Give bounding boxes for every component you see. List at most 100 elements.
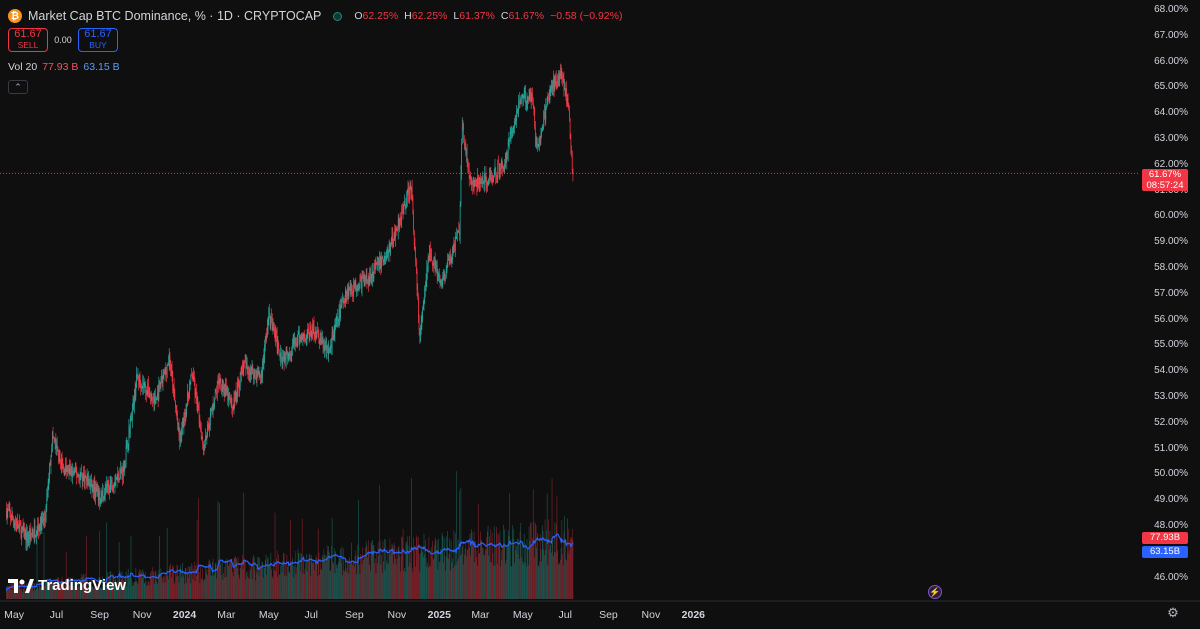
candle-body: [145, 392, 147, 395]
volume-bar: [379, 484, 380, 599]
candle-body: [73, 472, 75, 473]
flash-icon[interactable]: ⚡: [928, 585, 942, 599]
candle-body: [266, 333, 268, 336]
volume-bar: [191, 565, 193, 599]
candle-body: [24, 527, 25, 540]
volume-bar: [397, 558, 398, 599]
sell-button[interactable]: 61.67 SELL: [8, 28, 48, 52]
volume-bar: [425, 557, 427, 599]
volume-bar: [290, 519, 291, 599]
candle-body: [347, 288, 349, 296]
candle-body: [235, 390, 237, 398]
candle-body: [431, 256, 432, 261]
candle-body: [557, 76, 559, 80]
candle-body: [217, 381, 219, 384]
candle-body: [129, 427, 130, 434]
volume-bar: [567, 518, 568, 599]
candle-body: [322, 338, 324, 347]
candle-body: [564, 87, 565, 91]
volume-bar: [277, 577, 279, 599]
candle-body: [358, 286, 360, 288]
volume-bar: [458, 558, 460, 599]
candle-body: [18, 525, 20, 528]
candle-body: [83, 472, 84, 476]
candle-body: [392, 236, 394, 247]
candle-body: [549, 87, 551, 100]
candle-body: [153, 398, 155, 403]
trade-buttons: 61.67 SELL 0.00 61.67 BUY: [8, 28, 118, 52]
candle-body: [99, 489, 101, 503]
candle-body: [26, 532, 27, 543]
volume-bar: [285, 576, 287, 599]
volume-bar: [355, 550, 357, 599]
volume-bar: [210, 575, 212, 599]
candle-body: [284, 352, 286, 362]
candle-body: [532, 99, 534, 108]
candle-body: [459, 232, 460, 236]
price-axis-label: 60.00%: [1154, 210, 1188, 222]
candle-body: [416, 271, 418, 291]
candle-body: [377, 262, 378, 265]
volume-bar: [532, 538, 533, 599]
sell-price: 61.67: [14, 28, 42, 40]
volume-bar: [536, 548, 538, 599]
candle-body: [131, 413, 133, 421]
candle-body: [57, 447, 59, 451]
volume-bar: [233, 558, 235, 599]
volume-bar: [561, 520, 563, 599]
candle-body: [199, 423, 201, 427]
candle-body: [206, 435, 208, 439]
volume-bar: [248, 578, 250, 599]
candle-body: [289, 353, 291, 355]
volume-bar: [227, 560, 229, 599]
volume-bar: [163, 576, 165, 599]
buy-button[interactable]: 61.67 BUY: [78, 28, 118, 52]
chart-canvas[interactable]: [0, 0, 1200, 629]
candle-body: [191, 375, 193, 377]
gear-icon[interactable]: ⚙: [1166, 606, 1180, 620]
candle-body: [280, 352, 282, 363]
candle-body: [276, 331, 277, 335]
volume-bar: [303, 573, 305, 599]
candle-body: [93, 484, 95, 492]
candle-body: [401, 210, 403, 221]
volume-bar: [361, 564, 363, 599]
candle-body: [288, 354, 290, 355]
volume-bar: [400, 555, 402, 599]
volume-bar: [207, 575, 208, 599]
volume-bar: [270, 552, 272, 599]
tradingview-logo[interactable]: TradingView: [8, 577, 126, 594]
bitcoin-icon[interactable]: ₿: [8, 9, 22, 23]
volume-bar: [482, 548, 484, 599]
volume-bar: [482, 547, 483, 599]
candle-body: [456, 234, 458, 238]
market-status-icon[interactable]: [333, 11, 343, 21]
volume-bar: [259, 557, 261, 599]
price-axis-label: 59.00%: [1154, 236, 1188, 248]
volume-bar: [448, 558, 449, 599]
volume-bar: [171, 571, 173, 599]
volume-bar: [330, 570, 332, 599]
candle-body: [129, 421, 131, 434]
volume-bar: [243, 492, 245, 599]
volume-bar: [428, 536, 430, 599]
volume-legend[interactable]: Vol 20 77.93 B 63.15 B: [8, 61, 120, 73]
volume-bar: [232, 571, 233, 599]
collapse-legend-button[interactable]: ⌃: [8, 80, 28, 94]
volume-bar: [557, 565, 559, 599]
candle-body: [143, 384, 145, 388]
volume-bar: [267, 558, 268, 599]
volume-bar: [289, 572, 291, 599]
volume-bar: [244, 558, 245, 599]
symbol-title[interactable]: Market Cap BTC Dominance, % · 1D · CRYPT…: [28, 9, 321, 23]
volume-bar: [399, 556, 400, 599]
price-axis-label: 68.00%: [1154, 4, 1188, 15]
candle-body: [418, 316, 420, 329]
candle-body: [237, 382, 239, 384]
volume-bar: [514, 544, 516, 599]
volume-bar: [415, 535, 417, 599]
candle-body: [530, 90, 531, 101]
candle-body: [534, 114, 536, 127]
candle-body: [235, 390, 236, 401]
candle-body: [397, 218, 399, 231]
